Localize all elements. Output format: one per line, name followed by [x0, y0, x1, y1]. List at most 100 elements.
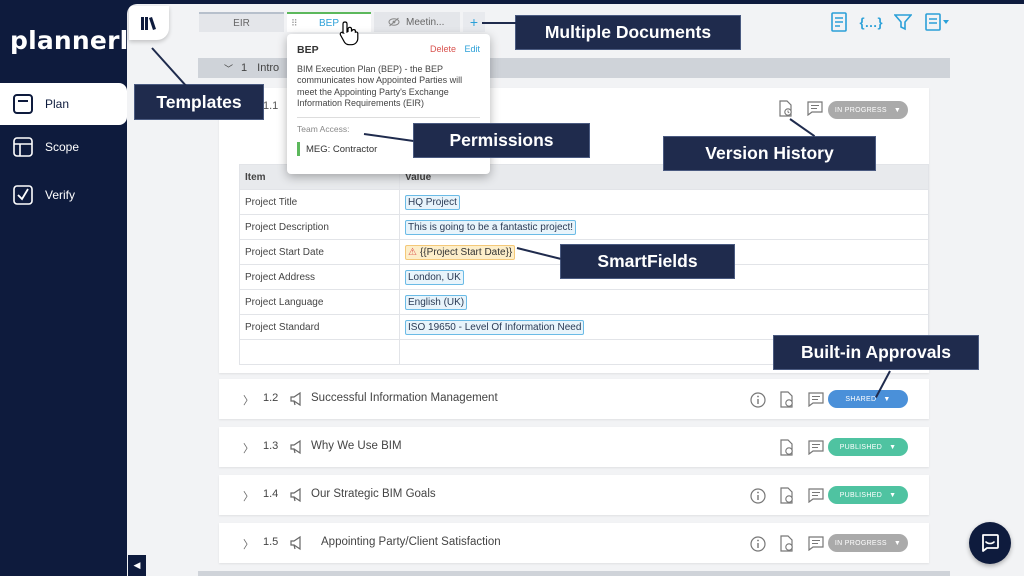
nav-item-verify[interactable]: Verify — [0, 174, 127, 216]
smartfield-braces-icon[interactable]: {…} — [859, 11, 882, 33]
status-dropdown[interactable]: PUBLISHED ▼ — [828, 486, 908, 504]
popover-divider — [297, 117, 480, 118]
section-footer-bar — [198, 571, 950, 576]
card-icons — [777, 100, 823, 117]
tab-meeting[interactable]: Meetin... — [374, 12, 460, 32]
version-history-icon[interactable] — [778, 439, 795, 456]
status-dropdown[interactable]: IN PROGRESS ▼ — [828, 101, 908, 119]
chat-support-button[interactable] — [969, 522, 1011, 564]
row-title: Successful Information Management — [311, 392, 498, 404]
megaphone-icon — [290, 487, 301, 503]
chevron-down-icon: ﹀ — [224, 63, 234, 74]
drag-handle-icon[interactable]: ⠿ — [291, 18, 303, 29]
table-key: Project Standard — [239, 314, 400, 340]
smartfield-value[interactable]: London, UK — [405, 269, 464, 285]
tab-eir[interactable]: EIR — [199, 12, 284, 32]
version-history-icon[interactable] — [778, 487, 795, 504]
card-1-5[interactable]: 〉 1.5 Appointing Party/Client Satisfacti… — [219, 523, 929, 563]
toolbar: {…} — [828, 11, 952, 33]
scope-icon — [11, 135, 35, 159]
templates-button[interactable] — [129, 6, 169, 40]
chevron-right-icon: 〉 — [243, 539, 254, 551]
eye-slash-icon — [388, 17, 400, 27]
card-1-3[interactable]: 〉 1.3 Why We Use BIM PUBLISHED ▼ — [219, 427, 929, 467]
callout-templates: Templates — [134, 84, 264, 120]
chevron-right-icon: 〉 — [243, 491, 254, 503]
list-menu-icon[interactable] — [924, 11, 952, 33]
table-value-cell: This is going to be a fantastic project! — [399, 214, 929, 240]
smartfield-missing[interactable]: ⚠ {{Project Start Date}} — [405, 244, 516, 260]
comment-icon[interactable] — [807, 535, 824, 552]
callout-smartfields: SmartFields — [560, 244, 735, 279]
comment-icon[interactable] — [807, 391, 824, 408]
section-number: 1 — [241, 62, 248, 74]
status-dropdown[interactable]: PUBLISHED ▼ — [828, 438, 908, 456]
nav-label-verify: Verify — [45, 188, 76, 202]
comment-icon[interactable] — [806, 100, 823, 117]
plan-icon — [11, 92, 35, 116]
status-dropdown[interactable]: SHARED ▼ — [828, 390, 908, 408]
collapse-sidebar-icon[interactable]: ◀ — [128, 555, 146, 576]
caret-down-icon: ▼ — [893, 106, 902, 114]
popover-description: BIM Execution Plan (BEP) - the BEP commu… — [297, 64, 463, 108]
callout-multiple-documents: Multiple Documents — [515, 15, 741, 50]
status-label: IN PROGRESS — [834, 106, 887, 114]
tab-meeting-label: Meetin... — [406, 16, 445, 28]
table-key: Project Language — [239, 289, 400, 315]
row-number: 1.5 — [263, 536, 279, 548]
card-icons — [749, 535, 824, 552]
caret-down-icon: ▼ — [889, 491, 897, 499]
status-label: IN PROGRESS — [834, 539, 887, 547]
card-1-2[interactable]: 〉 1.2 Successful Information Management … — [219, 379, 929, 419]
comment-icon[interactable] — [807, 487, 824, 504]
smartfield-value[interactable]: HQ Project — [405, 194, 460, 210]
warning-icon: ⚠ — [408, 246, 417, 258]
table-key: Project Start Date — [239, 239, 400, 265]
library-icon — [141, 17, 156, 30]
smartfield-value[interactable]: English (UK) — [405, 294, 468, 310]
row-title: Appointing Party/Client Satisfaction — [321, 536, 501, 548]
status-label: PUBLISHED — [839, 443, 883, 451]
info-icon[interactable] — [749, 535, 766, 552]
callout-arrow — [482, 22, 516, 24]
filter-icon[interactable] — [892, 11, 914, 33]
row-title: Our Strategic BIM Goals — [311, 488, 436, 500]
comment-icon[interactable] — [807, 439, 824, 456]
chevron-right-icon: 〉 — [243, 395, 254, 407]
status-label: PUBLISHED — [839, 491, 883, 499]
callout-version-history: Version History — [663, 136, 876, 171]
card-1-4[interactable]: 〉 1.4 Our Strategic BIM Goals PUBLISHED ▼ — [219, 475, 929, 515]
megaphone-icon — [290, 535, 301, 551]
version-history-icon[interactable] — [778, 535, 795, 552]
smartfield-value[interactable]: ISO 19650 - Level Of Information Need — [405, 319, 585, 335]
status-dropdown[interactable]: IN PROGRESS ▼ — [828, 534, 908, 552]
team-color-bar — [297, 142, 300, 156]
callout-permissions: Permissions — [413, 123, 590, 158]
caret-down-icon: ▼ — [893, 539, 902, 547]
card-icons — [749, 391, 824, 408]
caret-down-icon: ▼ — [889, 443, 897, 451]
smartfield-value[interactable]: This is going to be a fantastic project! — [405, 219, 577, 235]
card-icons — [778, 439, 824, 456]
info-icon[interactable] — [749, 487, 766, 504]
document-icon[interactable] — [828, 11, 850, 33]
card-number: 1.1 — [263, 100, 279, 112]
version-history-icon[interactable] — [778, 391, 795, 408]
callout-approvals: Built-in Approvals — [773, 335, 979, 370]
verify-icon — [11, 183, 35, 207]
edit-link[interactable]: Edit — [464, 44, 480, 54]
nav-item-scope[interactable]: Scope — [0, 126, 127, 168]
table-key: Project Description — [239, 214, 400, 240]
chevron-right-icon: 〉 — [243, 443, 254, 455]
nav-label-scope: Scope — [45, 140, 80, 154]
smartfield-missing-label: {{Project Start Date}} — [419, 246, 513, 258]
nav-item-plan[interactable]: Plan — [0, 83, 127, 125]
info-icon[interactable] — [749, 391, 766, 408]
team-name: MEG: Contractor — [306, 143, 378, 155]
row-number: 1.4 — [263, 488, 279, 500]
table-value-cell: HQ Project — [399, 189, 929, 215]
version-history-icon[interactable] — [777, 100, 794, 117]
table-key-empty — [239, 339, 400, 365]
sidebar: plannerly Plan Scope Verify — [0, 0, 145, 576]
delete-link[interactable]: Delete — [430, 44, 456, 54]
